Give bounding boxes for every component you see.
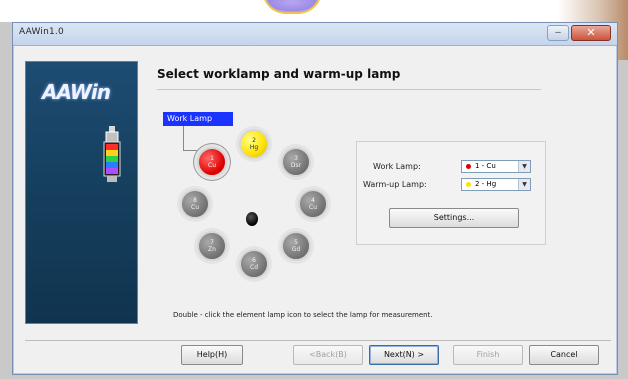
- chevron-down-icon[interactable]: ▼: [518, 161, 530, 172]
- next-button[interactable]: Next(N) >: [369, 345, 439, 365]
- warmup-lamp-color-icon: [466, 182, 471, 187]
- turret-center-icon: [246, 212, 258, 226]
- warmup-lamp-value: 2 - Hg: [475, 180, 497, 188]
- instruction-text: Double - click the element lamp icon to …: [173, 311, 433, 319]
- lamp-element: Cu: [208, 162, 216, 169]
- work-lamp-value: 1 - Cu: [475, 162, 496, 170]
- lamp-number: 8: [193, 197, 197, 204]
- lamp-slot-3[interactable]: 3 Dsr: [281, 147, 311, 177]
- lamp-slot-4[interactable]: 4 Cu: [298, 189, 328, 219]
- work-lamp-tag: Work Lamp: [163, 112, 233, 126]
- lamp-element: Gd: [291, 246, 301, 253]
- lamp-slot-7[interactable]: 7 Zn: [197, 231, 227, 261]
- lamp-number: 7: [210, 239, 214, 246]
- lamp-number: 3: [294, 155, 298, 162]
- lamp-number: 5: [294, 239, 298, 246]
- lamp-slot-5[interactable]: 5 Gd: [281, 231, 311, 261]
- lamp-number: 4: [311, 197, 315, 204]
- work-lamp-select[interactable]: 1 - Cu ▼: [461, 160, 531, 173]
- warmup-lamp-label: Warm-up Lamp:: [363, 180, 427, 189]
- lamp-element: Zn: [208, 246, 216, 253]
- back-button[interactable]: <Back(B): [293, 345, 363, 365]
- cancel-button[interactable]: Cancel: [529, 345, 599, 365]
- lamp-number: 6: [252, 257, 256, 264]
- minimize-button[interactable]: ‒: [547, 25, 569, 41]
- wizard-window: AAWin1.0 ‒ ✕ AAWin Select worklamp and w…: [12, 22, 618, 375]
- lamp-element: Hg: [249, 144, 259, 151]
- page-title: Select worklamp and warm-up lamp: [157, 67, 401, 81]
- lamp-number: 1: [210, 155, 214, 162]
- work-lamp-color-icon: [466, 164, 471, 169]
- app-logo: AAWin: [42, 80, 111, 104]
- lamp-slot-8[interactable]: 8 Cu: [180, 189, 210, 219]
- help-button[interactable]: Help(H): [181, 345, 243, 365]
- lamp-graphic-icon: [103, 126, 121, 182]
- finish-button[interactable]: Finish: [453, 345, 523, 365]
- tag-connector: [183, 126, 184, 150]
- lamp-slot-2[interactable]: 2 Hg: [239, 129, 269, 159]
- lamp-element: Cd: [250, 264, 258, 271]
- work-lamp-label: Work Lamp:: [373, 162, 421, 171]
- footer-divider: [25, 340, 611, 341]
- window-title: AAWin1.0: [19, 27, 64, 37]
- chevron-down-icon[interactable]: ▼: [518, 179, 530, 190]
- lamp-slot-6[interactable]: 6 Cd: [239, 249, 269, 279]
- lamp-element: Cu: [309, 204, 317, 211]
- warmup-lamp-select[interactable]: 2 - Hg ▼: [461, 178, 531, 191]
- heading-divider: [157, 89, 541, 90]
- lamp-element: Cu: [191, 204, 199, 211]
- lamp-element: Dsr: [290, 162, 302, 169]
- lamp-settings-button[interactable]: Settings...: [389, 208, 519, 228]
- title-bar[interactable]: AAWin1.0 ‒ ✕: [13, 23, 617, 46]
- lamp-settings-group: Work Lamp: 1 - Cu ▼ Warm-up Lamp: 2 - Hg…: [356, 141, 546, 245]
- close-button[interactable]: ✕: [571, 25, 611, 41]
- tag-connector-horizontal: [183, 150, 199, 151]
- wizard-banner: AAWin: [25, 61, 138, 324]
- lamp-number: 2: [252, 137, 256, 144]
- lamp-slot-1[interactable]: 1 Cu: [197, 147, 227, 177]
